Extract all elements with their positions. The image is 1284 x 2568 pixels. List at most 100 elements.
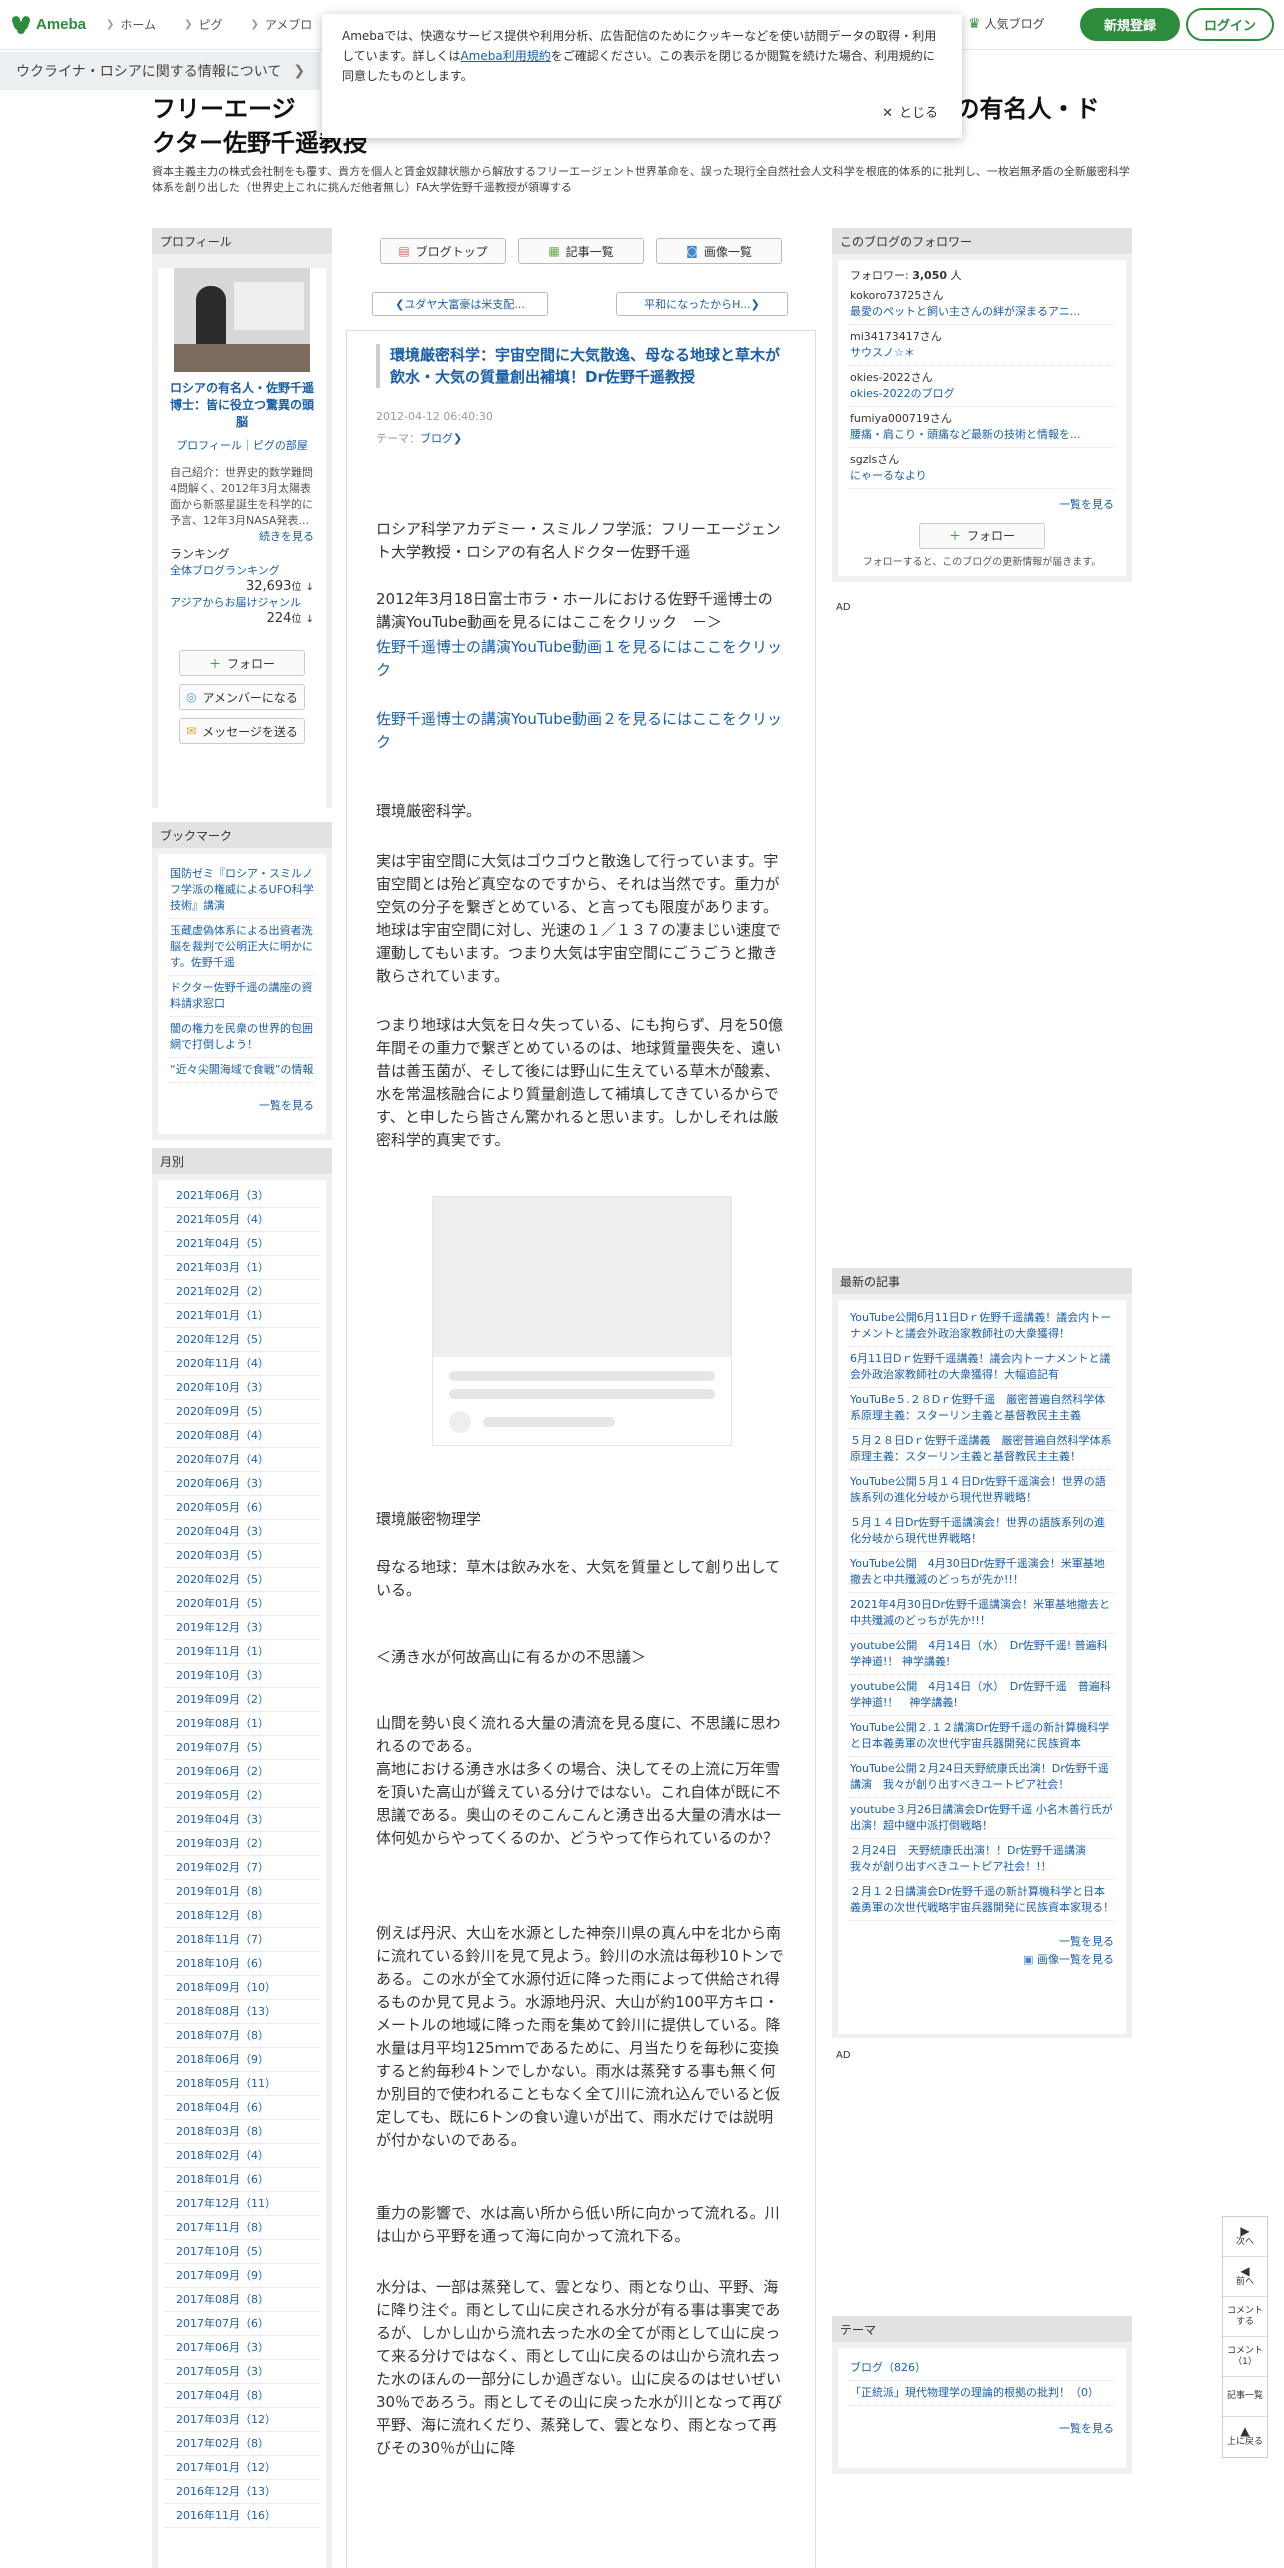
recent-article-link[interactable]: YouTuBe５.２８Dｒ佐野千遥 厳密普遍自然科学体系原理主義：スターリン主義…	[850, 1388, 1114, 1429]
monthly-archive-link[interactable]: 2020年10月（3）	[164, 1376, 320, 1400]
recent-article-link[interactable]: YouTube公開２月24日天野統康氏出演！Dr佐野千遥講演 我々が創り出すべき…	[850, 1757, 1114, 1798]
monthly-archive-link[interactable]: 2020年04月（3）	[164, 1520, 320, 1544]
tab-article-list[interactable]: ▦ 記事一覧	[518, 238, 644, 264]
bookmark-link[interactable]: 国防ゼミ『ロシア・スミルノフ学派の権威によるUFO科学技術』講演	[170, 862, 314, 919]
monthly-archive-link[interactable]: 2021年02月（2）	[164, 1280, 320, 1304]
recent-article-link[interactable]: ５月１４日Dr佐野千遥講演会！世界の語族系列の進化分岐から現代世界戦略！	[850, 1511, 1114, 1552]
follower-item[interactable]: mi34173417さん サウスノ☆＊	[850, 325, 1114, 366]
ameba-logo[interactable]: Ameba	[10, 14, 86, 36]
bookmark-link[interactable]: 闇の権力を民衆の世界的包囲網で打倒しよう！	[170, 1017, 314, 1058]
nav-home[interactable]: ❯ ホーム	[106, 16, 156, 33]
monthly-archive-link[interactable]: 2017年11月（8）	[164, 2216, 320, 2240]
monthly-archive-link[interactable]: 2017年01月（12）	[164, 2456, 320, 2480]
monthly-archive-link[interactable]: 2021年03月（1）	[164, 1256, 320, 1280]
monthly-archive-link[interactable]: 2019年07月（5）	[164, 1736, 320, 1760]
monthly-archive-link[interactable]: 2020年03月（5）	[164, 1544, 320, 1568]
ranking-overall-link[interactable]: 全体ブログランキング	[158, 562, 326, 578]
monthly-archive-link[interactable]: 2021年01月（1）	[164, 1304, 320, 1328]
entry-theme-link[interactable]: ブログ	[420, 432, 453, 445]
monthly-archive-link[interactable]: 2019年12月（3）	[164, 1616, 320, 1640]
follower-item[interactable]: sgzlsさん にゃーるなより	[850, 448, 1114, 489]
monthly-archive-link[interactable]: 2017年07月（6）	[164, 2312, 320, 2336]
recent-article-link[interactable]: 6月11日Dｒ佐野千遥講義！議会内トーナメントと議会外政治家教師社の大衆獲得！大…	[850, 1347, 1114, 1388]
monthly-archive-link[interactable]: 2021年06月（3）	[164, 1184, 320, 1208]
ranking-genre-link[interactable]: アジアからお届けジャンル	[158, 594, 326, 610]
monthly-archive-link[interactable]: 2019年01月（8）	[164, 1880, 320, 1904]
nav-pigg[interactable]: ❯ ピグ	[184, 16, 222, 33]
monthly-archive-link[interactable]: 2019年11月（1）	[164, 1640, 320, 1664]
follow-button-right[interactable]: ＋フォロー	[919, 523, 1045, 549]
ad-placeholder[interactable]	[432, 1196, 732, 1446]
tab-blog-top[interactable]: ▤ ブログトップ	[380, 238, 506, 264]
next-article-link[interactable]: 平和になったからH... ❯	[616, 292, 788, 316]
bookmark-link[interactable]: “近々尖閣海域で食戦”の情報	[170, 1058, 314, 1083]
monthly-archive-link[interactable]: 2017年06月（3）	[164, 2336, 320, 2360]
monthly-archive-link[interactable]: 2017年02月（8）	[164, 2432, 320, 2456]
monthly-archive-link[interactable]: 2018年12月（8）	[164, 1904, 320, 1928]
monthly-archive-link[interactable]: 2019年05月（2）	[164, 1784, 320, 1808]
monthly-archive-link[interactable]: 2020年05月（6）	[164, 1496, 320, 1520]
monthly-archive-link[interactable]: 2019年04月（3）	[164, 1808, 320, 1832]
recent-article-link[interactable]: youtube公開 4月14日（水） Dr佐野千遥 普遍科学神道!！ 神学講義!	[850, 1675, 1114, 1716]
monthly-archive-link[interactable]: 2018年11月（7）	[164, 1928, 320, 1952]
tab-image-list[interactable]: ◙ 画像一覧	[656, 238, 782, 264]
float-comments-button[interactable]: コメント（1）	[1223, 2337, 1267, 2377]
float-comment-button[interactable]: コメントする	[1223, 2297, 1267, 2337]
popular-blog-link[interactable]: ♛ 人気ブログ	[968, 15, 1045, 32]
monthly-archive-link[interactable]: 2020年09月（5）	[164, 1400, 320, 1424]
recent-article-link[interactable]: YouTube公開 4月30日Dr佐野千遥演会！米軍基地撤去と中共殲滅のどっちが…	[850, 1552, 1114, 1593]
register-button[interactable]: 新規登録	[1080, 8, 1180, 41]
monthly-archive-link[interactable]: 2016年12月（13）	[164, 2480, 320, 2504]
monthly-archive-link[interactable]: 2020年06月（3）	[164, 1472, 320, 1496]
theme-link[interactable]: 「正統派」現代物理学の理論的根拠の批判！（0）	[850, 2381, 1114, 2406]
monthly-archive-link[interactable]: 2020年02月（5）	[164, 1568, 320, 1592]
monthly-archive-link[interactable]: 2018年07月（8）	[164, 2024, 320, 2048]
profile-name[interactable]: ロシアの有名人・佐野千遥博士：皆に役立つ驚異の頭脳	[158, 380, 326, 431]
monthly-archive-link[interactable]: 2018年03月（8）	[164, 2120, 320, 2144]
monthly-archive-link[interactable]: 2017年04月（8）	[164, 2384, 320, 2408]
profile-photo[interactable]	[174, 268, 310, 372]
follower-item[interactable]: fumiya000719さん 腰痛・肩こり・頭痛など最新の技術と情報を...	[850, 407, 1114, 448]
monthly-archive-link[interactable]: 2017年10月（5）	[164, 2240, 320, 2264]
follower-item[interactable]: okies-2022さん okies-2022のブログ	[850, 366, 1114, 407]
cookie-close-button[interactable]: ✕ とじる	[882, 104, 938, 124]
prev-article-link[interactable]: ❮ ユダヤ大富豪は米支配...	[372, 292, 548, 316]
recent-article-link[interactable]: youtube公開 4月14日（水） Dr佐野千遥! 普遍科学神道!！ 神学講義…	[850, 1634, 1114, 1675]
monthly-archive-link[interactable]: 2017年05月（3）	[164, 2360, 320, 2384]
youtube-link-2[interactable]: 佐野千遥博士の講演YouTube動画２を見るにはここをクリック	[376, 708, 786, 754]
float-article-list-button[interactable]: 記事一覧	[1223, 2377, 1267, 2417]
recent-more-link[interactable]: 一覧を見る	[838, 1929, 1126, 1949]
monthly-archive-link[interactable]: 2018年01月（6）	[164, 2168, 320, 2192]
monthly-archive-link[interactable]: 2016年11月（16）	[164, 2504, 320, 2528]
monthly-archive-link[interactable]: 2020年08月（4）	[164, 1424, 320, 1448]
monthly-archive-link[interactable]: 2021年05月（4）	[164, 1208, 320, 1232]
profile-more-link[interactable]: 続きを見る	[259, 529, 314, 545]
float-top-button[interactable]: ▲ 上に戻る	[1223, 2417, 1267, 2457]
bookmark-more-link[interactable]: 一覧を見る	[158, 1091, 326, 1123]
follow-button[interactable]: ＋フォロー	[179, 650, 305, 676]
monthly-archive-link[interactable]: 2017年08月（8）	[164, 2288, 320, 2312]
monthly-archive-link[interactable]: 2019年10月（3）	[164, 1664, 320, 1688]
monthly-archive-link[interactable]: 2018年05月（11）	[164, 2072, 320, 2096]
amember-button[interactable]: ◎ アメンバーになる	[179, 684, 305, 710]
profile-links[interactable]: プロフィール｜ピグの部屋	[158, 437, 326, 453]
bookmark-link[interactable]: 玉蔵虚偽体系による出資者洗脳を裁判で公明正大に明かにす。佐野千遥	[170, 919, 314, 976]
recent-article-link[interactable]: youtube３月26日講演会Dr佐野千遥 小名木善行氏が出演！超中継中派打倒戦…	[850, 1798, 1114, 1839]
recent-article-link[interactable]: YouTube公開２.１２講演Dr佐野千遥の新計算機科学と日本義勇軍の次世代宇宙…	[850, 1716, 1114, 1757]
monthly-archive-link[interactable]: 2019年08月（1）	[164, 1712, 320, 1736]
recent-images-link[interactable]: ▣ 画像一覧を見る	[838, 1949, 1126, 1973]
monthly-archive-link[interactable]: 2020年12月（5）	[164, 1328, 320, 1352]
monthly-archive-link[interactable]: 2018年04月（6）	[164, 2096, 320, 2120]
monthly-archive-link[interactable]: 2018年09月（10）	[164, 1976, 320, 2000]
recent-article-link[interactable]: YouTube公開6月11日Dｒ佐野千遥講義！議会内トーナメントと議会外政治家教…	[850, 1306, 1114, 1347]
recent-article-link[interactable]: ５月２８日Dｒ佐野千遥講義 厳密普遍自然科学体系原理主義：スターリン主義と基督教…	[850, 1429, 1114, 1470]
monthly-archive-link[interactable]: 2020年11月（4）	[164, 1352, 320, 1376]
theme-link[interactable]: ブログ（826）	[850, 2356, 1114, 2381]
monthly-archive-link[interactable]: 2021年04月（5）	[164, 1232, 320, 1256]
float-next-button[interactable]: ▶ 次へ	[1223, 2217, 1267, 2257]
follower-item[interactable]: kokoro73725さん 最愛のペットと飼い主さんの絆が深まるアニ...	[850, 284, 1114, 325]
entry-title[interactable]: 環境厳密科学：宇宙空間に大気散逸、母なる地球と草木が飲水・大気の質量創出補填！D…	[376, 344, 786, 388]
ukraine-info-banner[interactable]: ウクライナ・ロシアに関する情報について ❯	[0, 52, 320, 90]
monthly-archive-link[interactable]: 2020年01月（5）	[164, 1592, 320, 1616]
monthly-archive-link[interactable]: 2019年06月（2）	[164, 1760, 320, 1784]
